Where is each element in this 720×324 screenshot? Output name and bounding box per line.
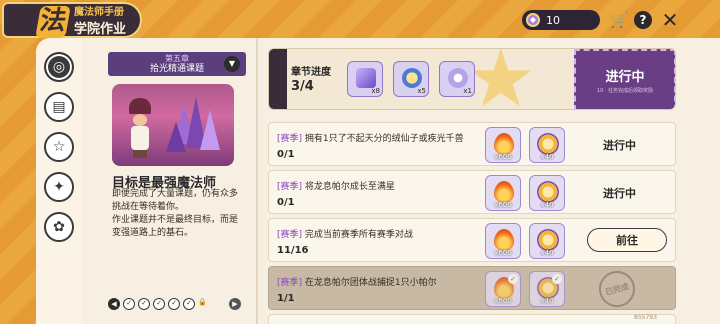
book-icon: ▤ <box>52 99 66 115</box>
help-icon[interactable]: ? <box>634 11 652 29</box>
task-row <box>268 314 676 324</box>
divider <box>256 38 258 324</box>
check-icon: ✓ <box>508 274 518 284</box>
uid-label: 855793 <box>634 314 657 321</box>
clock-orb-icon <box>537 229 559 251</box>
reward-item[interactable]: x40 <box>529 175 565 211</box>
task-progress: 11/16 <box>277 245 309 256</box>
task-tag: [赛季] <box>277 134 303 144</box>
logo-badge-icon: 法 <box>35 6 71 38</box>
task-progress: 0/1 <box>277 197 295 208</box>
currency-value: 10 <box>546 13 560 27</box>
logo-subtitle: 魔法师手册 <box>74 7 124 18</box>
reward-item[interactable]: x600 <box>485 175 521 211</box>
crystal-icon <box>356 68 376 88</box>
reward-chest[interactable]: x5 <box>393 61 429 97</box>
check-icon: ✓ <box>552 274 562 284</box>
cart-icon[interactable]: 🛒 <box>609 10 629 30</box>
task-status: 进行中 <box>603 187 636 200</box>
app-logo: 法 魔法师手册 学院作业 <box>2 2 142 38</box>
pager-dot[interactable]: ✓ <box>168 298 180 310</box>
magic-icon: ✦ <box>53 179 65 195</box>
reward-chest[interactable]: x1 <box>439 61 475 97</box>
task-row: [赛季] 将龙息帕尔成长至满星 0/1 x600 x40 进行中 <box>268 170 676 214</box>
tab-book[interactable]: ▤ <box>44 92 74 122</box>
chapter-status-badge[interactable]: 进行中 10 · 任务完成后领取奖励 <box>574 49 675 109</box>
star-decoration-icon: ★ <box>465 48 537 110</box>
reward-chest[interactable]: x8 <box>347 61 383 97</box>
task-progress: 0/1 <box>277 149 295 160</box>
chapter-pager: ◀ ✓ ✓ ✓ ✓ ✓ 🔒 ▶ <box>108 298 241 310</box>
chapter-illustration <box>112 84 234 166</box>
task-description: 完成当前赛季所有赛季对战 <box>304 230 413 240</box>
reward-item[interactable]: x600 <box>485 127 521 163</box>
lock-icon: 🔒 <box>198 298 207 306</box>
tab-rail: ◎ ▤ ☆ ✦ ✿ <box>36 38 82 324</box>
chapter-progress-banner: ★ 章节进度 3/4 x8 x5 x1 进行中 10 · 任务完成后领取奖励 <box>268 48 676 110</box>
fire-orb-icon <box>494 181 514 203</box>
chapter-number: 第五章 <box>165 53 189 63</box>
currency-display[interactable]: ◆ 10 <box>522 10 600 30</box>
medal-icon <box>402 68 422 88</box>
tab-magic[interactable]: ✦ <box>44 172 74 202</box>
task-row: [赛季] 拥有1只了不起天分的绒仙子或疾光千兽 0/1 x600 x40 进行中 <box>268 122 676 166</box>
reward-item: x600 ✓ <box>485 271 521 307</box>
fire-orb-icon <box>494 229 514 251</box>
goal-description: 即便完成了大量课题，仍有众多挑战在等待着你。 作业课题并不是最终目标，而是变强道… <box>112 189 239 238</box>
next-arrow-icon[interactable]: ▶ <box>229 298 241 310</box>
progress-label: 章节进度 <box>291 67 331 78</box>
task-progress: 1/1 <box>277 293 295 304</box>
coin-icon: ◆ <box>526 13 540 27</box>
chevron-down-icon[interactable]: ▼ <box>224 56 240 72</box>
star-icon: ☆ <box>52 139 66 155</box>
tab-target[interactable]: ◎ <box>44 52 74 82</box>
close-icon[interactable]: ✕ <box>660 8 680 32</box>
clock-orb-icon <box>537 181 559 203</box>
page-title: 学院作业 <box>74 22 127 37</box>
task-description: 拥有1只了不起天分的绒仙子或疾光千兽 <box>304 134 464 144</box>
wizard-character <box>129 98 151 158</box>
chapter-title: 拾光精通课题 <box>149 63 204 74</box>
pager-dot[interactable]: ✓ <box>183 298 195 310</box>
pager-dot[interactable]: ✓ <box>138 298 150 310</box>
completed-stamp: 已完成 <box>594 266 640 312</box>
fire-orb-icon <box>494 133 514 155</box>
task-tag: [赛季] <box>277 230 303 240</box>
task-description: 将龙息帕尔成长至满星 <box>304 182 395 192</box>
reward-item[interactable]: x40 <box>529 223 565 259</box>
reward-item[interactable]: x600 <box>485 223 521 259</box>
tab-star[interactable]: ☆ <box>44 132 74 162</box>
reward-item[interactable]: x40 <box>529 127 565 163</box>
task-row: [赛季] 在龙息帕尔团体战捕捉1只小帕尔 1/1 x600 ✓ x40 ✓ 已完成 <box>268 266 676 312</box>
pager-dot[interactable]: ✓ <box>123 298 135 310</box>
reward-item: x40 ✓ <box>529 271 565 307</box>
task-description: 在龙息帕尔团体战捕捉1只小帕尔 <box>304 278 437 288</box>
task-tag: [赛季] <box>277 278 303 288</box>
task-tag: [赛季] <box>277 182 303 192</box>
progress-value: 3/4 <box>291 79 314 94</box>
spirit-icon <box>448 68 468 88</box>
go-button[interactable]: 前往 <box>587 228 667 252</box>
badge-icon: ✿ <box>53 219 65 235</box>
task-status: 进行中 <box>603 139 636 152</box>
prev-arrow-icon[interactable]: ◀ <box>108 298 120 310</box>
pager-dot[interactable]: ✓ <box>153 298 165 310</box>
task-row: [赛季] 完成当前赛季所有赛季对战 11/16 x600 x40 前往 <box>268 218 676 262</box>
clock-orb-icon <box>537 133 559 155</box>
tab-badge[interactable]: ✿ <box>44 212 74 242</box>
target-icon: ◎ <box>52 59 66 75</box>
